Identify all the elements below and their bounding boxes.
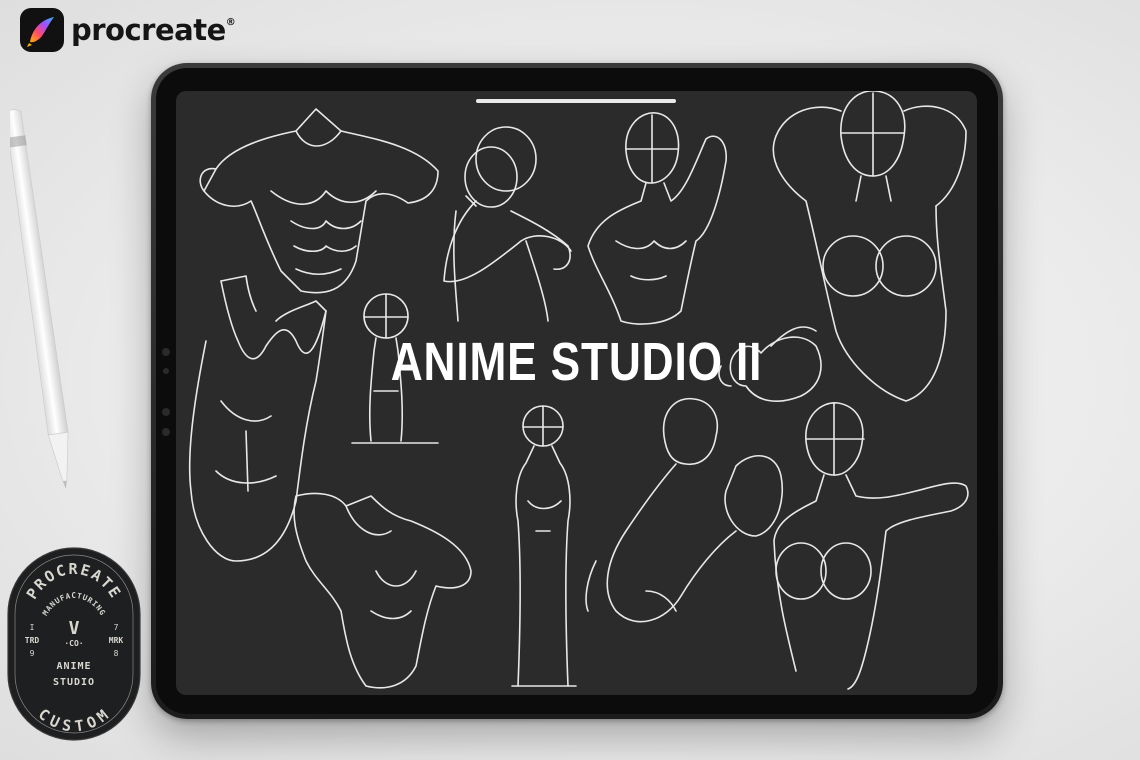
arm-outstretched-figure-sketch	[773, 402, 969, 690]
ipad-screen: ANIME STUDIO II	[176, 91, 977, 695]
badge-left-top: I	[30, 623, 35, 632]
badge-line2: STUDIO	[53, 677, 95, 688]
badge-left-mid: TRD	[25, 636, 40, 645]
embracing-couple-sketch	[585, 397, 783, 623]
registered-mark: ®	[225, 17, 236, 28]
screen-title: ANIME STUDIO II	[390, 332, 763, 392]
side-dot	[162, 428, 170, 436]
home-indicator	[476, 99, 676, 103]
sensor-dot	[163, 368, 169, 374]
badge-line1: ANIME	[56, 661, 91, 672]
raised-arms-torso-sketch	[188, 275, 327, 562]
badge-center-letter: V	[69, 618, 80, 639]
procreate-logo-icon	[20, 8, 64, 52]
procreate-logo: procreate®	[20, 8, 236, 52]
apple-pencil-icon	[10, 109, 69, 490]
camera-dot	[162, 348, 170, 356]
procreate-badge: PROCREATE MANUFACTURING V ·CO· I TRD 9 7…	[7, 547, 141, 741]
badge-center-sub: ·CO·	[64, 639, 83, 648]
lower-torso-sketch	[293, 492, 472, 689]
torso-sketch	[199, 108, 439, 294]
badge-right-bottom: 8	[114, 649, 119, 658]
badge-left-bottom: 9	[30, 649, 35, 658]
arm-raised-torso-sketch	[587, 112, 727, 325]
brand-name: procreate®	[71, 13, 236, 47]
badge-right-top: 7	[114, 623, 119, 632]
hugging-figure-sketch	[443, 126, 572, 322]
standing-figure-sketch	[511, 405, 577, 687]
anime-pose-sketches	[188, 91, 969, 690]
side-dot	[162, 408, 170, 416]
badge-right-mid: MRK	[109, 636, 124, 645]
